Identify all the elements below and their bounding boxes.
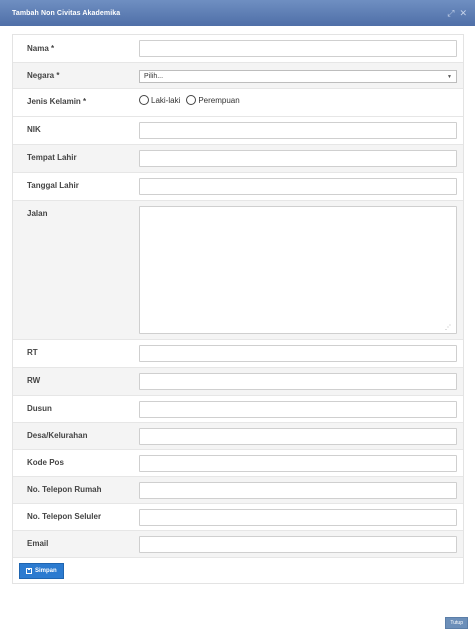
tempat-lahir-label: Tempat Lahir [27, 153, 77, 162]
tempat-lahir-input[interactable] [139, 150, 457, 167]
email-label: Email [27, 539, 49, 548]
nik-label: NIK [27, 125, 41, 134]
row-telepon-rumah: No. Telepon Rumah [13, 477, 463, 504]
row-dusun: Dusun [13, 396, 463, 423]
dusun-label: Dusun [27, 404, 52, 413]
jenis-kelamin-label: Jenis Kelamin * [27, 97, 87, 106]
chevron-down-icon: ▼ [447, 73, 452, 80]
gender-option-1-label: Laki-laki [151, 95, 181, 105]
jalan-label: Jalan [27, 209, 48, 218]
gender-option-laki-laki[interactable]: Laki-laki [139, 95, 180, 105]
row-jalan: Jalan ⋰ [13, 201, 463, 340]
row-nama: Nama * [13, 35, 463, 63]
rt-label: RT [27, 348, 38, 357]
rw-input[interactable] [139, 373, 457, 390]
radio-laki-laki[interactable] [139, 95, 149, 105]
save-button-label: Simpan [35, 567, 57, 574]
telepon-rumah-input[interactable] [139, 482, 457, 499]
row-tanggal-lahir: Tanggal Lahir [13, 173, 463, 201]
desa-label: Desa/Kelurahan [27, 431, 88, 440]
row-tempat-lahir: Tempat Lahir [13, 145, 463, 173]
email-input[interactable] [139, 536, 457, 553]
negara-selected-value: Pilih... [144, 73, 164, 80]
tanggal-lahir-label: Tanggal Lahir [27, 181, 79, 190]
row-rt: RT [13, 340, 463, 368]
dusun-input[interactable] [139, 401, 457, 418]
telepon-rumah-label: No. Telepon Rumah [27, 485, 102, 494]
modal-header: Tambah Non Civitas Akademika ⤢ ✕ [0, 0, 475, 26]
jalan-textarea[interactable] [139, 206, 457, 334]
telepon-seluler-input[interactable] [139, 509, 457, 526]
row-nik: NIK [13, 117, 463, 145]
resize-grip-icon[interactable]: ⋰ [445, 324, 451, 331]
negara-label: Negara * [27, 71, 60, 80]
expand-icon[interactable]: ⤢ [447, 8, 454, 18]
close-icon[interactable]: ✕ [459, 8, 467, 18]
window-controls: ⤢ ✕ [447, 8, 467, 18]
row-email: Email [13, 531, 463, 558]
radio-perempuan[interactable] [186, 95, 197, 105]
desa-input[interactable] [139, 428, 457, 445]
nama-input[interactable] [139, 40, 457, 57]
row-jenis-kelamin: Jenis Kelamin * Laki-laki Perempuan [13, 89, 463, 117]
kode-pos-input[interactable] [139, 455, 457, 472]
modal-title: Tambah Non Civitas Akademika [12, 9, 121, 17]
floppy-disk-icon [26, 567, 32, 574]
gender-option-perempuan[interactable]: Perempuan [186, 95, 240, 105]
modal-dialog: Tambah Non Civitas Akademika ⤢ ✕ Nama * … [0, 0, 475, 633]
rt-input[interactable] [139, 345, 457, 362]
gender-option-2-label: Perempuan [198, 95, 240, 105]
kode-pos-label: Kode Pos [27, 458, 64, 467]
close-button[interactable]: Tutup [445, 617, 468, 629]
row-negara: Negara * Pilih... ▼ [13, 63, 463, 89]
nama-label: Nama * [27, 44, 55, 53]
row-rw: RW [13, 368, 463, 396]
telepon-seluler-label: No. Telepon Seluler [27, 512, 102, 521]
row-telepon-seluler: No. Telepon Seluler [13, 504, 463, 531]
non-civitas-form: Nama * Negara * Pilih... ▼ Jenis Kelamin… [12, 34, 464, 584]
tanggal-lahir-input[interactable] [139, 178, 457, 195]
rw-label: RW [27, 376, 41, 385]
row-kode-pos: Kode Pos [13, 450, 463, 477]
nik-input[interactable] [139, 122, 457, 139]
negara-select[interactable]: Pilih... ▼ [139, 70, 457, 83]
row-desa: Desa/Kelurahan [13, 423, 463, 450]
save-button[interactable]: Simpan [19, 562, 64, 579]
form-actions: Simpan [13, 558, 463, 584]
gender-radio-group: Laki-laki Perempuan [139, 95, 457, 105]
